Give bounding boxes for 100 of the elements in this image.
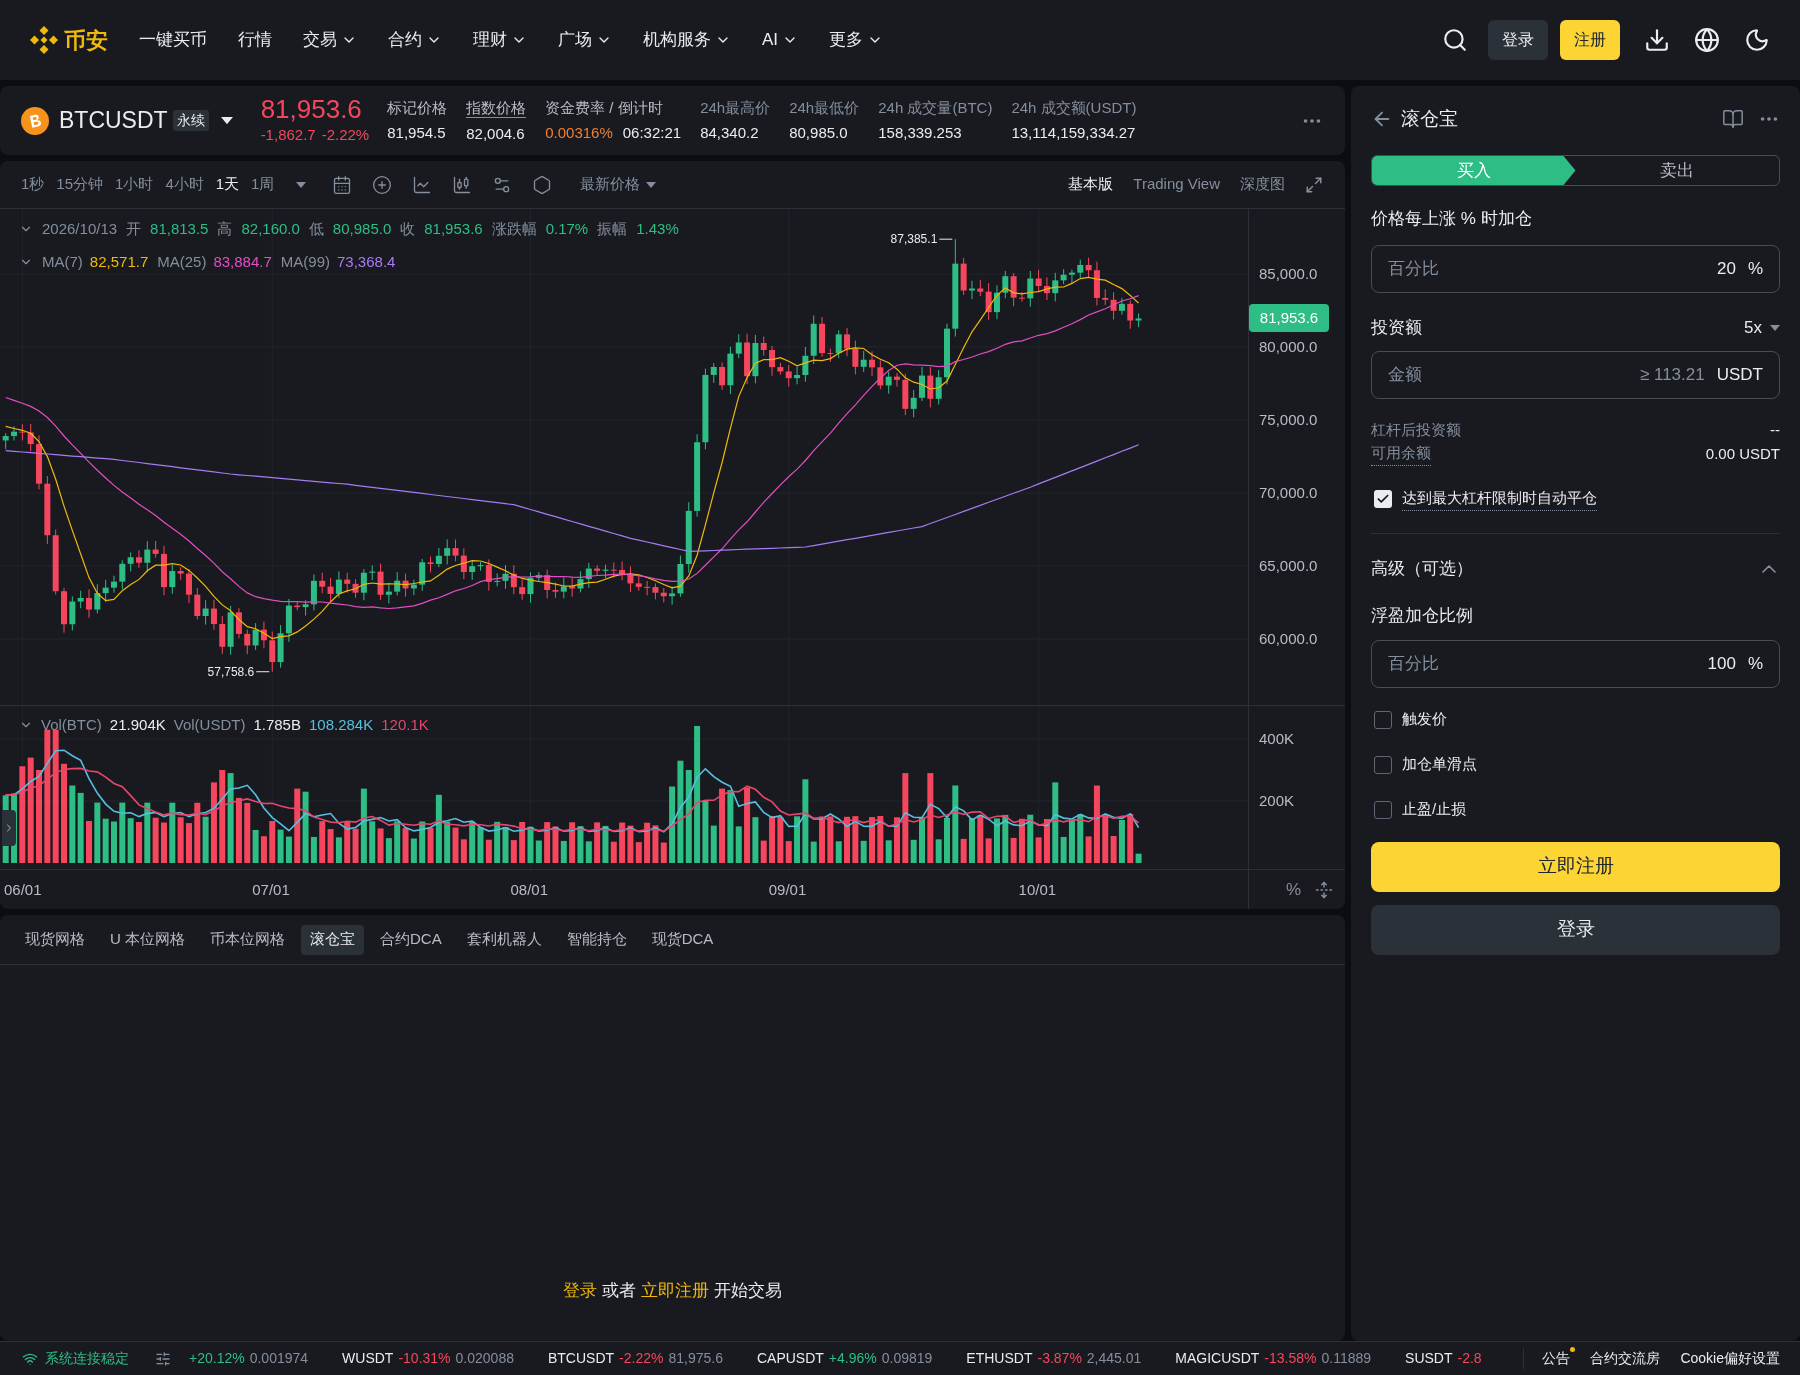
register-link[interactable]: 立即注册 — [640, 1280, 709, 1300]
ticker-symbol[interactable]: BTCUSDT — [547, 1348, 615, 1369]
login-link[interactable]: 登录 — [563, 1280, 598, 1300]
chart-view-tab[interactable]: 深度图 — [1240, 173, 1285, 196]
field-label: 百分比 — [1388, 652, 1439, 675]
nav-menu-item[interactable]: 理财 — [473, 27, 527, 53]
register-button[interactable]: 注册 — [1560, 20, 1620, 60]
register-button[interactable]: 立即注册 — [1371, 841, 1780, 892]
book-icon[interactable] — [1722, 108, 1744, 130]
field-placeholder: ≥ 113.21 — [1639, 364, 1705, 387]
hexagon-icon[interactable] — [532, 174, 553, 195]
line-chart-icon[interactable] — [412, 174, 433, 195]
bot-type-tab[interactable]: 套利机器人 — [457, 924, 551, 955]
stat-value: 81,954.5 — [387, 123, 446, 142]
search-icon[interactable] — [1442, 27, 1468, 53]
calendar-icon[interactable] — [332, 174, 353, 195]
field-label: 百分比 — [1388, 258, 1439, 281]
checkbox[interactable] — [1374, 755, 1392, 774]
nav-menu-item[interactable]: 一键买币 — [139, 27, 207, 53]
ticker-price: 0.001974 — [249, 1349, 309, 1368]
candlestick-icon[interactable] — [452, 174, 473, 195]
stat-value: 80,985.0 — [789, 123, 848, 142]
stat-label: 24h最高价 — [700, 98, 771, 117]
interval-tab[interactable]: 1周 — [251, 173, 275, 196]
checkbox-label: 加仓单滑点 — [1402, 754, 1477, 775]
symbol-name[interactable]: BTCUSDT — [59, 103, 168, 138]
checkbox-label: 止盈/止损 — [1402, 799, 1467, 820]
plus-circle-icon[interactable] — [372, 174, 393, 195]
login-button[interactable]: 登录 — [1488, 20, 1548, 60]
percent-input-field[interactable]: 百分比 100 % — [1371, 639, 1780, 688]
nav-menu-item[interactable]: 合约 — [388, 27, 442, 53]
checkbox[interactable] — [1374, 800, 1392, 819]
volume-axis-label: 400K — [1259, 730, 1295, 748]
download-icon[interactable] — [1644, 27, 1670, 53]
interval-tab[interactable]: 15分钟 — [56, 173, 104, 196]
nav-menu-item[interactable]: 广场 — [558, 27, 612, 53]
logo-text[interactable]: 币安 — [64, 23, 108, 57]
footer-link[interactable]: Cookie偏好设置 — [1680, 1348, 1780, 1369]
checkbox-label: 达到最大杠杆限制时自动平仓 — [1402, 487, 1597, 511]
info-label: 可用余额 — [1371, 442, 1431, 466]
bot-type-tab[interactable]: U 本位网格 — [101, 924, 194, 955]
amount-input-field[interactable]: 金额 ≥ 113.21 USDT — [1371, 351, 1780, 399]
bot-type-tab[interactable]: 币本位网格 — [201, 924, 294, 955]
ticker-price: 0.020088 — [455, 1349, 514, 1368]
globe-icon[interactable] — [1694, 27, 1720, 53]
leverage-dropdown[interactable]: 5x — [1744, 315, 1780, 341]
percent-scale-toggle[interactable]: % — [1285, 876, 1301, 903]
stat-value: 06:32:21 — [622, 123, 682, 142]
order-side-tab[interactable]: 卖出 — [1575, 156, 1779, 185]
ticker-symbol[interactable]: ETHUSDT — [966, 1348, 1033, 1369]
nav-menu-item[interactable]: AI — [762, 27, 799, 53]
stat-label: 24h 成交额(USDT) — [1011, 98, 1137, 117]
logo-icon — [30, 26, 58, 54]
footer-link[interactable]: 合约交流房 — [1590, 1348, 1661, 1369]
field-value: 100 — [1707, 652, 1736, 675]
nav-menu-item[interactable]: 交易 — [303, 27, 357, 53]
stat-label: 指数价格 — [466, 98, 527, 118]
percent-input-field[interactable]: 百分比 20 % — [1371, 245, 1780, 293]
bot-type-tab[interactable]: 现货网格 — [16, 924, 94, 955]
fullscreen-icon[interactable] — [1305, 175, 1323, 194]
ticker-change: -3.87% — [1037, 1349, 1082, 1368]
bot-type-tab[interactable]: 滚仓宝 — [301, 924, 364, 955]
stat-label: 资金费率 / 倒计时 — [545, 98, 663, 117]
price-axis-label: 75,000.0 — [1259, 411, 1318, 429]
date-axis-label: 10/01 — [1018, 880, 1057, 899]
field-unit: USDT — [1716, 364, 1763, 387]
ticker-symbol[interactable]: CAPUSDT — [756, 1348, 824, 1369]
panel-title: 滚仓宝 — [1401, 106, 1458, 131]
ticker-price: 0.11889 — [1321, 1349, 1372, 1368]
interval-tab[interactable]: 4小时 — [165, 173, 204, 196]
bot-type-tab[interactable]: 合约DCA — [371, 924, 451, 955]
checkbox[interactable] — [1374, 710, 1392, 729]
ticker-symbol[interactable]: SUSDT — [1405, 1348, 1453, 1369]
login-button[interactable]: 登录 — [1371, 904, 1780, 955]
connection-status: 系统连接稳定 — [45, 1349, 129, 1368]
ticker-change: -13.58% — [1264, 1349, 1317, 1368]
footer-link[interactable]: 公告 — [1542, 1348, 1571, 1369]
chart-view-tab[interactable]: 基本版 — [1068, 173, 1114, 196]
interval-tab[interactable]: 1秒 — [21, 173, 45, 196]
price-change: -1,862.7 — [260, 125, 316, 146]
ticker-symbol[interactable]: MAGICUSDT — [1175, 1348, 1260, 1369]
stat-value: 84,340.2 — [700, 123, 759, 142]
nav-menu-item[interactable]: 行情 — [238, 27, 272, 53]
bot-type-tab[interactable]: 智能持仓 — [557, 924, 636, 955]
nav-menu-item[interactable]: 更多 — [829, 27, 884, 53]
bot-type-tab[interactable]: 现货DCA — [642, 924, 723, 955]
chart-view-tab[interactable]: Trading View — [1133, 173, 1220, 196]
checkbox[interactable] — [1374, 489, 1392, 508]
caret-down-icon — [220, 116, 233, 125]
auto-scale-icon[interactable] — [1315, 880, 1333, 899]
ticker-symbol[interactable]: WUSDT — [342, 1348, 394, 1369]
sliders-icon[interactable] — [155, 1350, 171, 1367]
interval-tab[interactable]: 1天 — [215, 173, 240, 196]
moon-icon[interactable] — [1744, 27, 1770, 53]
interval-tab[interactable]: 1小时 — [115, 173, 154, 196]
advanced-section-toggle[interactable]: 高级（可选） — [1371, 556, 1780, 581]
nav-menu-item[interactable]: 机构服务 — [643, 27, 731, 53]
price-type-dropdown[interactable]: 最新价格 — [580, 173, 657, 196]
price-axis-label: 65,000.0 — [1259, 557, 1318, 575]
last-price: 81,953.6 — [260, 94, 363, 125]
